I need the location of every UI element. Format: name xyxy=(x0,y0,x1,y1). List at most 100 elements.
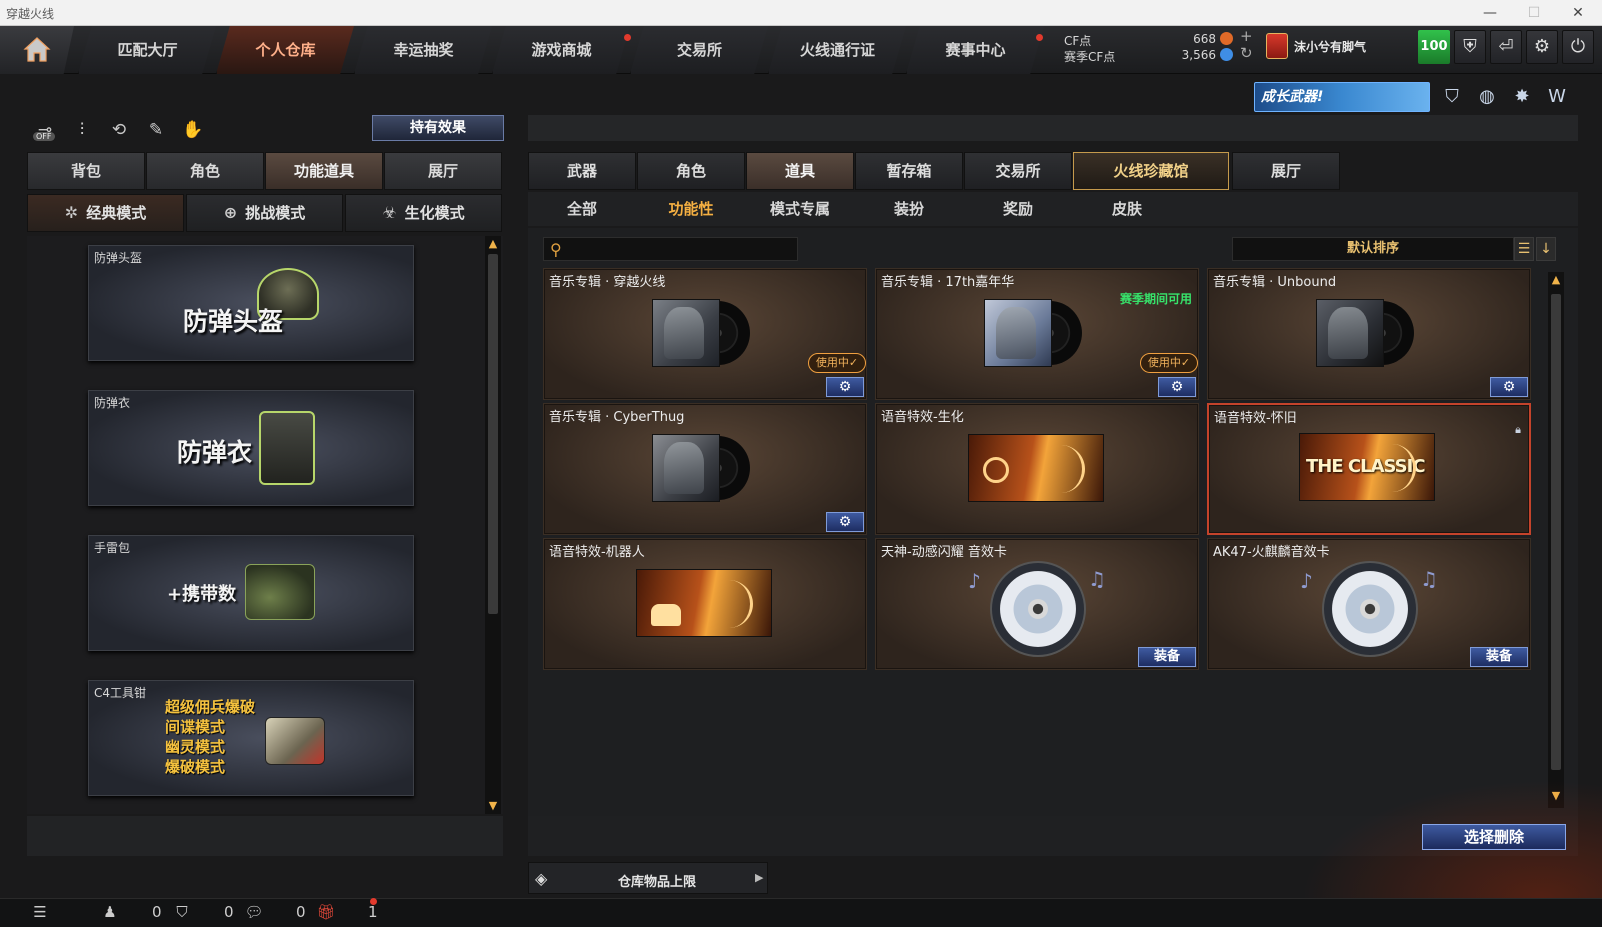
settings-button[interactable]: ⚙ xyxy=(826,512,864,532)
item-card[interactable]: 天神-动感闪耀 音效卡 ♪ ♫ 装备 xyxy=(875,538,1199,670)
right-scroll-thumb[interactable] xyxy=(1551,294,1561,770)
item-card[interactable]: 音乐专辑 · CyberThug ⚙ xyxy=(543,403,867,535)
item-title: 语音特效-怀旧 xyxy=(1214,411,1297,426)
tab-character[interactable]: 角色 xyxy=(146,152,264,190)
scroll-up-icon[interactable]: ▲ xyxy=(485,236,501,252)
right-scrollbar[interactable] xyxy=(1548,272,1564,808)
item-card[interactable]: 音乐专辑 · 17th嘉年华 赛季期间可用 使用中✓ ⚙ xyxy=(875,268,1199,400)
item-card[interactable]: 语音特效-生化 xyxy=(875,403,1199,535)
c4-mode-line: 间谍模式 xyxy=(165,718,226,736)
gift-icon[interactable]: 🎁︎ xyxy=(316,902,336,922)
tab-hall[interactable]: 展厅 xyxy=(384,152,502,190)
item-card[interactable]: 语音特效-机器人 xyxy=(543,538,867,670)
scroll-up-icon[interactable]: ▲ xyxy=(1548,272,1564,288)
stats-icon[interactable]: ⫶ xyxy=(68,116,96,144)
mode-classic-label: 经典模式 xyxy=(86,204,147,222)
scroll-down-icon[interactable]: ▼ xyxy=(485,798,501,814)
tab-storage-box[interactable]: 暂存箱 xyxy=(855,152,963,190)
menu-icon[interactable]: ☰ xyxy=(30,902,50,922)
hold-effect-button[interactable]: 持有效果 xyxy=(372,115,504,141)
nav-tab-exchange[interactable]: 交易所 xyxy=(630,26,768,74)
settings-button[interactable]: ⚙ xyxy=(826,377,864,397)
item-helmet[interactable]: 防弹头盔 防弹头盔 xyxy=(88,245,414,361)
return-icon[interactable]: ⏎ xyxy=(1490,30,1522,64)
equip-button[interactable]: 装备 xyxy=(1470,647,1528,667)
maximize-button[interactable]: ☐ xyxy=(1512,0,1556,26)
badge-icon[interactable]: ⛉ xyxy=(1439,84,1465,110)
search-box[interactable]: ⚲ xyxy=(543,237,798,261)
clan-icon[interactable]: ⛉ xyxy=(172,902,192,922)
mode-challenge[interactable]: ⊕ 挑战模式 xyxy=(186,194,343,232)
refresh-icon[interactable]: ↻ xyxy=(1240,44,1253,62)
album-image xyxy=(652,434,752,502)
sort-direction-icon[interactable]: ↓ xyxy=(1536,237,1556,261)
settings-button[interactable]: ⚙ xyxy=(1490,377,1528,397)
sort-dropdown[interactable]: 默认排序 xyxy=(1232,237,1514,261)
user-name[interactable]: 沫小兮有脚气 xyxy=(1294,38,1366,55)
capacity-bar[interactable]: ◈ 仓库物品上限 ▶ xyxy=(528,862,768,894)
wing-icon[interactable]: W xyxy=(1544,84,1570,110)
music-note-icon: ♪ xyxy=(1300,569,1313,593)
nav-tab-events[interactable]: 赛事中心 xyxy=(906,26,1044,74)
info-bar xyxy=(528,115,1578,141)
search-input[interactable] xyxy=(572,240,792,258)
season-coin-icon xyxy=(1220,48,1233,61)
tab-props[interactable]: 道具 xyxy=(746,152,854,190)
subtab-decoration[interactable]: 装扮 xyxy=(855,192,963,226)
tab-roles[interactable]: 角色 xyxy=(637,152,745,190)
history-icon[interactable]: ⟲ xyxy=(105,116,133,144)
add-currency-icon[interactable]: + xyxy=(1240,27,1253,45)
mode-classic[interactable]: ✲ 经典模式 xyxy=(27,194,184,232)
friends-icon[interactable]: ♟ xyxy=(100,902,120,922)
chat-icon[interactable]: 💬︎ xyxy=(244,902,264,922)
subtab-skin[interactable]: 皮肤 xyxy=(1073,192,1181,226)
music-note-icon: ♪ xyxy=(968,569,981,593)
growth-weapon-banner[interactable]: 成长武器! xyxy=(1254,82,1430,112)
settings-button[interactable]: ⚙ xyxy=(1158,377,1196,397)
shield-icon[interactable]: ⛨ xyxy=(1454,30,1486,64)
left-scroll-thumb[interactable] xyxy=(488,254,498,614)
subtab-all[interactable]: 全部 xyxy=(528,192,636,226)
glove-icon[interactable]: ✋ xyxy=(179,116,207,144)
select-delete-button[interactable]: 选择删除 xyxy=(1422,824,1566,850)
gear-icon[interactable]: ⚙ xyxy=(1526,30,1558,64)
item-title: 语音特效-生化 xyxy=(881,410,964,425)
knife-icon[interactable]: ✸ xyxy=(1509,84,1535,110)
item-card[interactable]: AK47-火麒麟音效卡 ♪ ♫ 装备 xyxy=(1207,538,1531,670)
item-grenade-pack[interactable]: 手雷包 +携带数 xyxy=(88,535,414,651)
tab-collection[interactable]: 火线珍藏馆 xyxy=(1073,152,1229,190)
window-title: 穿越火线 xyxy=(6,7,55,21)
item-card[interactable]: 音乐专辑 · 穿越火线 使用中✓ ⚙ xyxy=(543,268,867,400)
tab-exchange[interactable]: 交易所 xyxy=(964,152,1072,190)
subtab-reward[interactable]: 奖励 xyxy=(964,192,1072,226)
mode-zombie[interactable]: ☣ 生化模式 xyxy=(345,194,502,232)
minimize-button[interactable]: — xyxy=(1468,0,1512,26)
equip-button[interactable]: 装备 xyxy=(1138,647,1196,667)
nav-tab-match-hall[interactable]: 匹配大厅 xyxy=(78,26,216,74)
nav-tab-warehouse[interactable]: 个人仓库 xyxy=(216,26,354,74)
lock-icon[interactable]: 🔒︎ xyxy=(1511,423,1525,437)
item-card[interactable]: 音乐专辑 · Unbound ⚙ xyxy=(1207,268,1531,400)
globe-icon[interactable]: ◍ xyxy=(1474,84,1500,110)
nav-tab-battle-pass[interactable]: 火线通行证 xyxy=(768,26,906,74)
brush-icon[interactable]: ✎ xyxy=(142,116,170,144)
c4-mode-line: 爆破模式 xyxy=(165,758,226,776)
subtab-functional[interactable]: 功能性 xyxy=(637,192,745,226)
item-title: AK47-火麒麟音效卡 xyxy=(1213,545,1330,560)
item-c4-tool[interactable]: C4工具钳 超级佣兵爆破 间谍模式 幽灵模式 爆破模式 xyxy=(88,680,414,796)
subtab-mode-exclusive[interactable]: 模式专属 xyxy=(746,192,854,226)
tab-weapons[interactable]: 武器 xyxy=(528,152,636,190)
nav-tab-lottery[interactable]: 幸运抽奖 xyxy=(354,26,492,74)
notification-dot xyxy=(1036,34,1043,41)
item-vest[interactable]: 防弹衣 防弹衣 xyxy=(88,390,414,506)
tab-functional-items[interactable]: 功能道具 xyxy=(265,152,383,190)
close-button[interactable]: ✕ xyxy=(1556,0,1600,26)
item-card-selected[interactable]: 语音特效-怀旧 🔒︎ THE CLASSIC xyxy=(1207,403,1531,535)
left-scrollbar[interactable] xyxy=(485,236,501,814)
nav-tab-shop[interactable]: 游戏商城 xyxy=(492,26,630,74)
tab-showroom[interactable]: 展厅 xyxy=(1232,152,1340,190)
list-view-icon[interactable]: ☰ xyxy=(1514,237,1534,261)
power-icon[interactable]: ⏻ xyxy=(1562,30,1594,64)
home-button[interactable] xyxy=(0,26,74,74)
tab-backpack[interactable]: 背包 xyxy=(27,152,145,190)
